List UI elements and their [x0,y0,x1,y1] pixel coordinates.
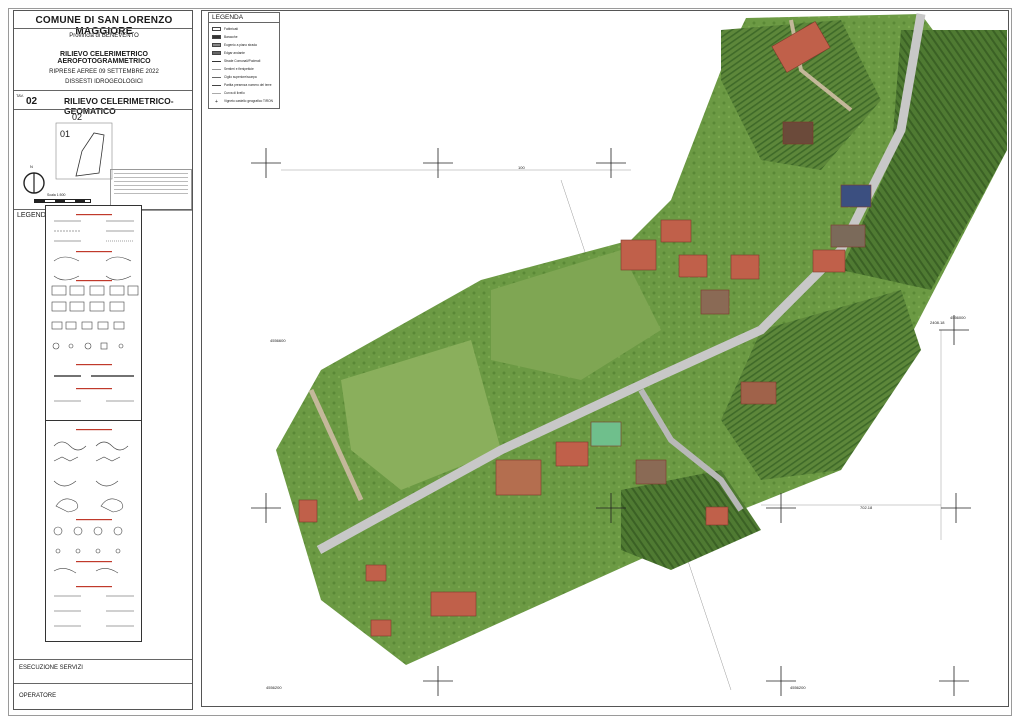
legend-item-9: Vigneto castello geografico TIRON [224,99,273,103]
scale-label: Scala 1:500 [47,193,66,197]
legend-item-6: Ciglio superiore/scarpa [224,75,257,79]
orthophoto-map[interactable] [201,10,1009,707]
symbol-legend-bottom [45,420,142,642]
scale-bar [34,199,91,203]
dimension-label-top: 100 [518,165,525,170]
legend-item-5: Sentieri e fienipettoie [224,67,254,71]
legend-item-3: Edgar andante [224,51,245,55]
keymap-outline [55,122,113,180]
coord-label-4: 4556000 [950,315,966,320]
legend-line-8 [212,93,221,94]
legend-swatch-3 [212,51,221,55]
legend-item-0: Fabbricati [224,27,238,31]
legend-line-5 [212,69,221,70]
map-legend-title: LEGENDA [209,13,279,23]
legend-line-7 [212,85,221,86]
map-legend: LEGENDA Fabbricati Baracche Eugenio a pi… [208,12,280,109]
coord-label-3: 4556200 [790,685,806,690]
legend-line-4 [212,61,221,62]
legend-item-4: Strade Comunali/Poderali [224,59,261,63]
north-arrow-icon [23,172,45,194]
legend-symbols-top [51,214,139,402]
table-number: 02 [26,96,38,107]
execution-label: ESECUZIONE SERVIZI [19,665,83,671]
legend-swatch-2 [212,43,221,47]
north-label: N [30,164,33,169]
coord-label-1: 4556600 [270,338,286,343]
survey-type: RILIEVO CELERIMETRICO AEROFOTOGRAMMETRIC… [57,51,151,65]
table-label: TAV. [16,93,24,98]
legend-swatch-sheds [212,35,221,39]
subtitle: DISSESTI IDROGEOLOGICI [65,79,143,85]
dimension-label-right: 702.18 [860,505,873,510]
legend-item-1: Baracche [224,35,238,39]
legend-item-8: Curva di livello [224,91,245,95]
legend-item-2: Eugenio a piano strada [224,43,257,47]
coord-label-2: 4556200 [266,685,282,690]
symbol-legend-top [45,205,142,422]
legend-symbols-bottom [53,429,134,627]
legend-swatch-buildings [212,27,221,31]
legend-item-7: Partita presenza numero del terre [224,83,272,87]
operator-label: OPERATORE [19,693,57,699]
table-title: RILIEVO CELERIMETRICO-GEOMATICO [64,96,174,116]
legend-line-6 [212,77,221,78]
coord-label-5: 2408.18 [930,320,945,325]
province-label: Provincia di BENEVENTO [69,33,139,39]
legend-cross-icon: + [215,99,218,105]
shots-date: RIPRESE AEREE 09 SETTEMBRE 2022 [49,69,159,75]
